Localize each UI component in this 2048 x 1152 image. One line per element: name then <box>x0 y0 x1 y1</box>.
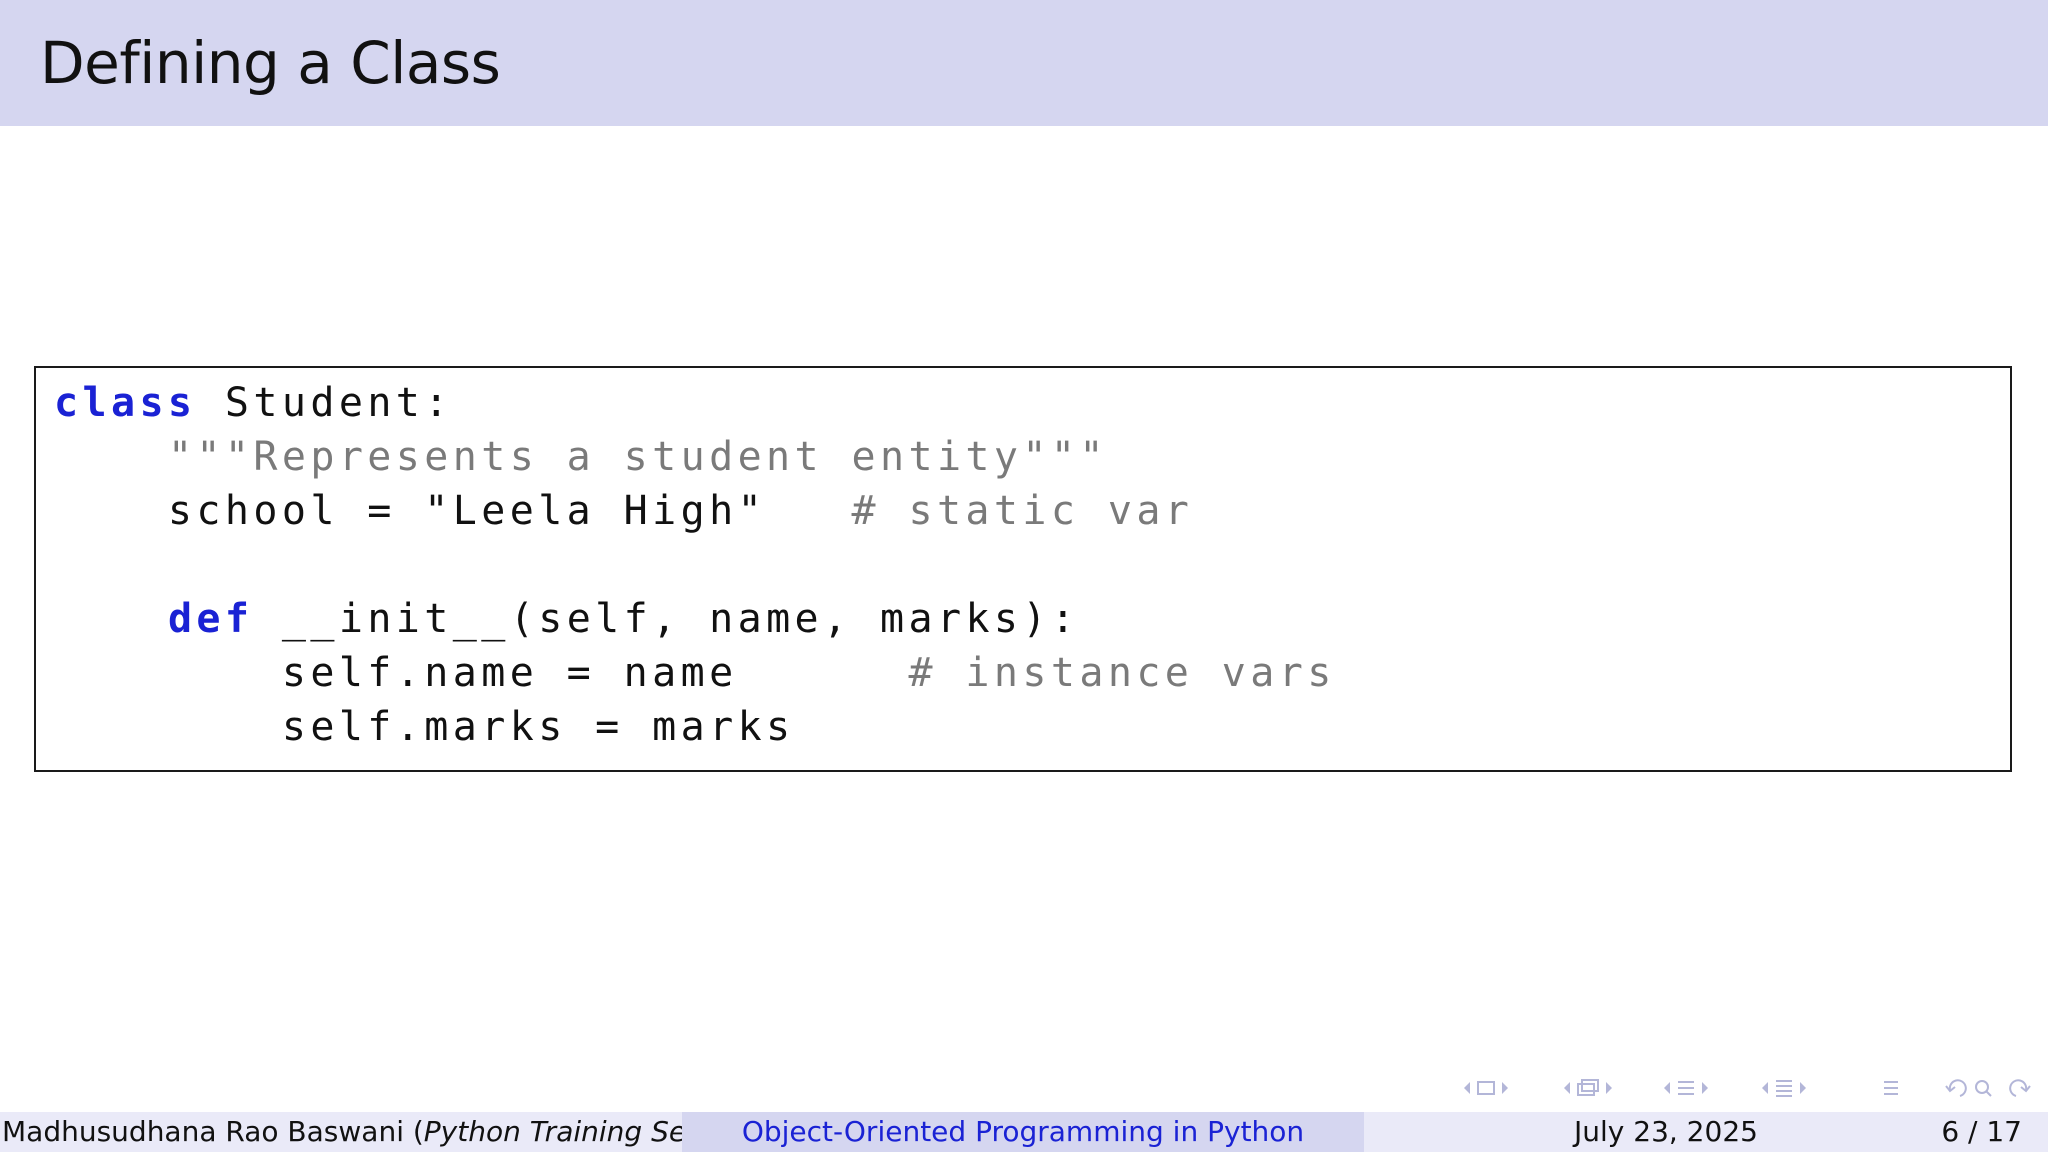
subsection-next-icon[interactable] <box>1606 1082 1612 1094</box>
code-text: self.name = name <box>54 650 909 696</box>
slide-header: Defining a Class <box>0 0 2048 126</box>
slide-footer: Madhusudhana Rao Baswani (Python Trainin… <box>0 1112 2048 1152</box>
code-text: Student: <box>196 380 453 426</box>
docstring: """Represents a student entity""" <box>167 434 1108 480</box>
subsection-icon[interactable] <box>1577 1079 1599 1096</box>
footer-date: July 23, 2025 <box>1574 1115 1758 1148</box>
navigation-bar <box>1464 1079 2031 1097</box>
search-icon[interactable] <box>1975 1080 1992 1097</box>
code-text: self.marks = marks <box>54 704 795 750</box>
back-icon[interactable] <box>1945 1079 1967 1097</box>
code-text: __init__(self, name, marks): <box>253 596 1080 642</box>
presentation-icon[interactable] <box>1776 1080 1792 1097</box>
slide-title: Defining a Class <box>40 29 501 97</box>
frame-next-icon[interactable] <box>1502 1082 1508 1094</box>
code-comment: # static var <box>851 488 1194 534</box>
code-text: school = "Leela High" <box>54 488 852 534</box>
align-icon[interactable] <box>1884 1081 1898 1095</box>
code-listing: class Student: """Represents a student e… <box>54 376 1336 754</box>
section-next-icon[interactable] <box>1702 1082 1708 1094</box>
forward-icon[interactable] <box>2009 1079 2031 1097</box>
presentation-next-icon[interactable] <box>1800 1082 1806 1094</box>
keyword-def: def <box>167 596 254 642</box>
section-prev-icon[interactable] <box>1664 1082 1670 1094</box>
presentation-prev-icon[interactable] <box>1762 1082 1768 1094</box>
code-block: class Student: """Represents a student e… <box>34 366 2012 772</box>
section-icon[interactable] <box>1678 1081 1694 1095</box>
author-name: Madhusudhana Rao Baswani ( <box>2 1115 424 1148</box>
code-comment: # instance vars <box>908 650 1336 696</box>
keyword-class: class <box>54 380 197 426</box>
subsection-prev-icon[interactable] <box>1564 1082 1570 1094</box>
footer-page-number: 6 / 17 <box>1941 1115 2022 1148</box>
frame-prev-icon[interactable] <box>1464 1082 1470 1094</box>
frame-icon[interactable] <box>1477 1081 1495 1095</box>
footer-course-title: Object-Oriented Programming in Python <box>682 1112 1364 1152</box>
author-series: Python Training Seri <box>423 1115 682 1148</box>
footer-author: Madhusudhana Rao Baswani (Python Trainin… <box>0 1112 682 1152</box>
slide: Defining a Class class Student: """Repre… <box>0 0 2048 1152</box>
footer-date-page: July 23, 2025 6 / 17 <box>1364 1112 2048 1152</box>
